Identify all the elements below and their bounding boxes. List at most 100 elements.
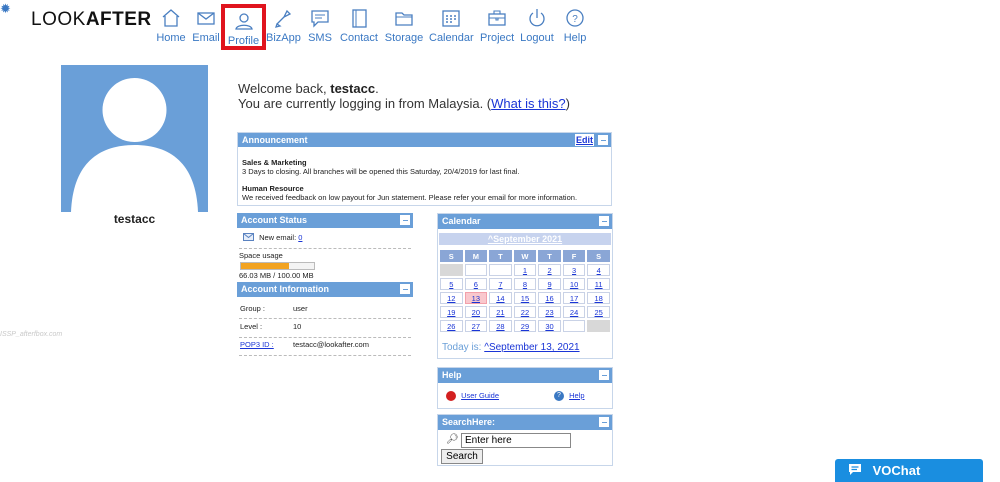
welcome-suffix: . (375, 81, 379, 96)
calendar-day[interactable]: 20 (464, 306, 488, 318)
calendar-day[interactable]: 8 (513, 278, 537, 290)
nav-project[interactable]: Project (480, 7, 514, 47)
lookafter-logo: LOOKAFTER (31, 9, 152, 31)
help-panel: Help User Guide ? Help (437, 367, 613, 409)
calendar-day[interactable]: 19 (440, 306, 463, 318)
user-guide-item[interactable]: User Guide (446, 391, 499, 402)
nav-profile[interactable]: Profile (221, 4, 266, 50)
help-link[interactable]: Help (569, 391, 584, 400)
vochat-button[interactable]: VOChat (835, 459, 983, 482)
announcement-title: Announcement (242, 135, 308, 145)
logout-icon (520, 7, 554, 31)
nav-email-label: Email (192, 32, 220, 44)
calendar-day[interactable]: 23 (538, 306, 561, 318)
collapse-icon[interactable] (599, 370, 609, 380)
account-status-header: Account Status (237, 213, 413, 228)
calendar-day[interactable]: 14 (489, 292, 512, 304)
calendar-day[interactable]: 6 (464, 278, 488, 290)
calendar-day[interactable]: 9 (538, 278, 561, 290)
logo-after: AFTER (85, 9, 152, 30)
nav-project-label: Project (480, 32, 515, 44)
info-row-level: Level : 10 (239, 322, 411, 338)
today-link[interactable]: ^September 13, 2021 (484, 342, 579, 353)
help-item[interactable]: ? Help (554, 391, 585, 402)
nav-bizapp[interactable]: BizApp (266, 7, 301, 47)
info-value: testacc@lookafter.com (293, 340, 369, 349)
what-is-this-link[interactable]: What is this? (491, 96, 565, 111)
calendar-day[interactable]: 24 (562, 306, 586, 318)
welcome-prefix: Welcome back, (238, 81, 331, 96)
calendar-grid: S M T W T F S 1 2 3 4 5 6 7 8 9 10 11 12 13 14 15 16 17 18 19 20 21… (438, 248, 612, 334)
calendar-day[interactable]: 3 (562, 264, 586, 276)
announcement-edit-link[interactable]: Edit (575, 134, 594, 146)
calendar-day[interactable]: 12 (440, 292, 463, 304)
calendar-day[interactable]: 13 (464, 292, 488, 304)
vochat-label: VOChat (872, 463, 921, 478)
calendar-day[interactable]: 11 (587, 278, 610, 290)
calendar-month-bar: ^September 2021 (439, 233, 611, 245)
calendar-day[interactable]: 25 (587, 306, 610, 318)
avatar[interactable] (61, 65, 208, 212)
search-input[interactable] (461, 433, 571, 448)
info-row-group: Group : user (239, 304, 411, 319)
nav-home[interactable]: Home (155, 7, 187, 47)
announcement-heading: Human Resource (242, 184, 304, 193)
account-info-panel: Account Information Group : user Level :… (237, 282, 413, 356)
search-button[interactable]: Search (441, 449, 483, 464)
nav-email[interactable]: Email (191, 7, 221, 47)
calendar-day[interactable]: 16 (538, 292, 561, 304)
calendar-day[interactable]: 28 (489, 320, 512, 332)
account-info-header: Account Information (237, 282, 413, 297)
welcome-message: Welcome back, testacc. You are currently… (238, 81, 570, 111)
search-title: SearchHere: (442, 417, 496, 427)
collapse-icon[interactable] (598, 135, 608, 145)
user-guide-link[interactable]: User Guide (461, 391, 499, 400)
calendar-day[interactable]: 7 (489, 278, 512, 290)
calendar-day[interactable]: 30 (538, 320, 561, 332)
nav-sms[interactable]: SMS (306, 7, 334, 47)
space-usage-value: 66.03 MB / 100.00 MB (239, 271, 314, 280)
nav-logout[interactable]: Logout (520, 7, 554, 47)
calendar-month-link[interactable]: ^September 2021 (488, 234, 562, 244)
nav-calendar[interactable]: Calendar (429, 7, 474, 47)
settings-gear-icon[interactable]: ✹ (0, 2, 11, 15)
calendar-day[interactable]: 26 (440, 320, 463, 332)
weekday-header: T (538, 250, 561, 262)
calendar-day[interactable]: 4 (587, 264, 610, 276)
calendar-day[interactable]: 1 (513, 264, 537, 276)
announcement-heading: Sales & Marketing (242, 158, 307, 167)
announcement-body: Sales & Marketing 3 Days to closing. All… (238, 147, 611, 206)
announcement-panel: Announcement Edit Sales & Marketing 3 Da… (237, 132, 612, 206)
calendar-day[interactable]: 17 (562, 292, 586, 304)
nav-contact-label: Contact (340, 32, 378, 44)
calendar-day[interactable]: 21 (489, 306, 512, 318)
calendar-day[interactable]: 5 (440, 278, 463, 290)
welcome-username: testacc (330, 81, 376, 96)
nav-logout-label: Logout (520, 32, 554, 44)
contact-icon (340, 7, 378, 31)
nav-help[interactable]: ? Help (562, 7, 588, 47)
new-email-count-link[interactable]: 0 (298, 233, 302, 242)
nav-contact[interactable]: Contact (340, 7, 378, 47)
calendar-day[interactable]: 27 (464, 320, 488, 332)
calendar-day[interactable]: 15 (513, 292, 537, 304)
calendar-day[interactable]: 22 (513, 306, 537, 318)
collapse-icon[interactable] (400, 284, 410, 294)
info-row-pop3: POP3 ID : testacc@lookafter.com (239, 340, 411, 356)
pop3-id-link[interactable]: POP3 ID : (240, 340, 274, 349)
collapse-icon[interactable] (599, 216, 609, 226)
new-email-label: New email: (259, 233, 297, 242)
calendar-day[interactable]: 29 (513, 320, 537, 332)
calendar-day[interactable]: 2 (538, 264, 561, 276)
calendar-day[interactable]: 18 (587, 292, 610, 304)
info-label: Group : (240, 304, 266, 313)
nav-bizapp-label: BizApp (266, 32, 301, 44)
nav-storage[interactable]: Storage (384, 7, 424, 47)
weekday-header: W (513, 250, 537, 262)
user-silhouette-icon (71, 78, 198, 212)
calendar-day[interactable]: 10 (562, 278, 586, 290)
collapse-icon[interactable] (400, 215, 410, 225)
collapse-icon[interactable] (599, 417, 609, 427)
account-info-title: Account Information (241, 284, 329, 294)
search-icon: 🔎︎ (446, 434, 459, 445)
